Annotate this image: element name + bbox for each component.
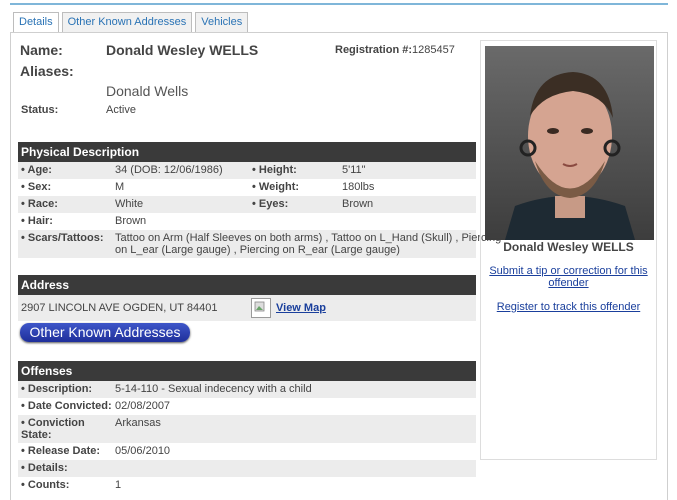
conviction-state-value: Arkansas [115, 417, 161, 429]
physical-row-race: • Race: White • Eyes: Brown [18, 196, 476, 213]
offenses-header: Offenses [18, 361, 476, 381]
description-label: • Description: [21, 383, 93, 395]
eyes-label: • Eyes: [252, 198, 289, 210]
offense-row-details: • Details: [18, 460, 476, 477]
map-image-icon[interactable] [251, 298, 271, 318]
registration-label: Registration #: [335, 44, 413, 56]
hair-label: • Hair: [21, 215, 53, 227]
offense-row-release: • Release Date: 05/06/2010 [18, 443, 476, 460]
offender-photo [485, 46, 654, 240]
alias-value: Donald Wells [106, 83, 189, 99]
tab-details[interactable]: Details [13, 12, 59, 33]
height-label: • Height: [252, 164, 297, 176]
counts-label: • Counts: [21, 479, 70, 491]
address-value: 2907 LINCOLN AVE OGDEN, UT 84401 [21, 302, 218, 314]
physical-row-scars: • Scars/Tattoos: Tattoo on Arm (Half Sle… [18, 230, 502, 258]
offense-row-convicted: • Date Convicted: 02/08/2007 [18, 398, 476, 415]
race-label: • Race: [21, 198, 58, 210]
tab-bar: Details Other Known Addresses Vehicles [13, 12, 249, 33]
status-label: Status: [21, 104, 59, 116]
date-convicted-label: • Date Convicted: [21, 400, 112, 412]
submit-tip-link-line2[interactable]: offender [480, 277, 657, 289]
scars-value-line1: Tattoo on Arm (Half Sleeves on both arms… [115, 232, 502, 244]
register-track-link[interactable]: Register to track this offender [480, 301, 657, 313]
name-label: Name: [20, 42, 63, 58]
hair-value: Brown [115, 215, 147, 227]
tab-vehicles[interactable]: Vehicles [195, 12, 249, 32]
offense-row-description: • Description: 5-14-110 - Sexual indecen… [18, 381, 476, 398]
aliases-label: Aliases: [20, 63, 74, 79]
sex-value: M [115, 181, 125, 193]
release-date-value: 05/06/2010 [115, 445, 171, 457]
description-value: 5-14-110 - Sexual indecency with a child [115, 383, 312, 395]
age-label: • Age: [21, 164, 52, 176]
weight-label: • Weight: [252, 181, 300, 193]
tab-other-known-addresses[interactable]: Other Known Addresses [61, 12, 193, 32]
eyes-value: Brown [342, 198, 374, 210]
photo-caption: Donald Wesley WELLS [503, 240, 634, 254]
physical-row-age: • Age: 34 (DOB: 12/06/1986) • Height: 5'… [18, 162, 476, 179]
date-convicted-value: 02/08/2007 [115, 400, 171, 412]
top-rule [10, 3, 668, 5]
submit-tip-link-line1[interactable]: Submit a tip or correction for this [480, 265, 657, 277]
physical-row-hair: • Hair: Brown [18, 213, 476, 230]
offender-name: Donald Wesley WELLS [106, 42, 259, 58]
status-value: Active [106, 104, 136, 116]
registration-number: 1285457 [412, 44, 455, 56]
conviction-state-label-line1: • Conviction [21, 417, 85, 429]
sex-label: • Sex: [21, 181, 52, 193]
weight-value: 180lbs [342, 181, 375, 193]
address-header: Address [18, 275, 476, 295]
other-known-addresses-button[interactable]: Other Known Addresses [20, 323, 190, 342]
offense-row-counts: • Counts: 1 [18, 477, 476, 494]
age-value: 34 (DOB: 12/06/1986) [115, 164, 223, 176]
address-row: 2907 LINCOLN AVE OGDEN, UT 84401 View Ma… [18, 295, 476, 321]
counts-value: 1 [115, 479, 122, 491]
scars-label: • Scars/Tattoos: [21, 232, 104, 244]
physical-row-sex: • Sex: M • Weight: 180lbs [18, 179, 476, 196]
scars-value-line2: on L_ear (Large gauge) , Piercing on R_e… [115, 244, 400, 256]
view-map-link[interactable]: View Map [276, 302, 326, 314]
physical-description-header: Physical Description [18, 142, 476, 162]
submit-tip-link[interactable]: Submit a tip or correction for this offe… [480, 265, 657, 289]
release-date-label: • Release Date: [21, 445, 101, 457]
conviction-state-label-line2: State: [21, 429, 52, 441]
height-value: 5'11" [342, 164, 366, 176]
details-label: • Details: [21, 462, 68, 474]
offense-row-state: • Conviction State: Arkansas [18, 415, 476, 443]
race-value: White [115, 198, 144, 210]
